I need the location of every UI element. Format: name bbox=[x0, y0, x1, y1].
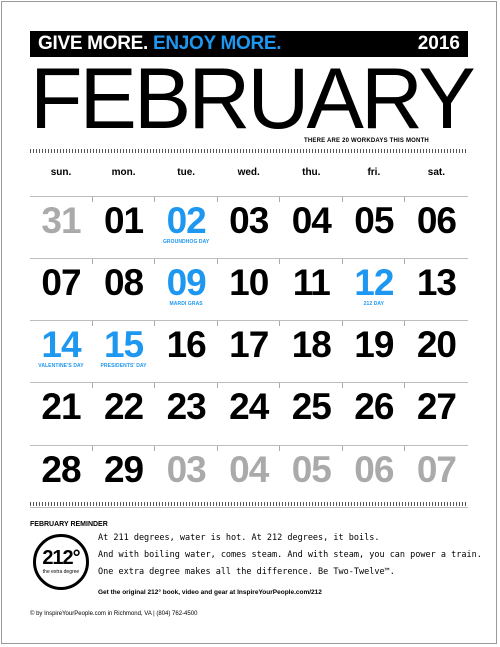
day-number: 28 bbox=[41, 449, 81, 490]
day-number: 20 bbox=[416, 324, 457, 365]
quote-line-3: One extra degree makes all the differenc… bbox=[98, 567, 395, 577]
day-number: 03 bbox=[229, 200, 269, 241]
day-number: 13 bbox=[416, 262, 457, 303]
row-separator bbox=[30, 507, 468, 508]
quote-line-2: And with boiling water, comes steam. And… bbox=[98, 550, 482, 560]
day-number: 06 bbox=[354, 449, 394, 490]
row-separator bbox=[30, 320, 468, 321]
dotted-rule-top bbox=[30, 149, 468, 153]
row-separator bbox=[30, 196, 468, 197]
promo-text: Get the original 212° book, video and ge… bbox=[98, 589, 322, 596]
day-number: 11 bbox=[292, 262, 331, 303]
holiday-label: PRESIDENTS' DAY bbox=[100, 363, 147, 369]
row-separator bbox=[30, 445, 468, 446]
day-number: 07 bbox=[416, 449, 457, 490]
day-number: 14 bbox=[41, 324, 81, 365]
reminder-title: FEBRUARY REMINDER bbox=[30, 521, 108, 528]
logo-212: 212° the extra degree bbox=[33, 534, 89, 590]
day-number: 03 bbox=[166, 449, 207, 490]
day-number: 24 bbox=[229, 386, 269, 427]
day-number: 12 bbox=[354, 262, 394, 303]
day-number: 27 bbox=[416, 386, 457, 427]
month-title: FEBRUARY bbox=[30, 51, 476, 147]
holiday-label: MARDI GRAS bbox=[169, 301, 203, 307]
logo-tagline: the extra degree bbox=[42, 569, 80, 575]
day-number: 16 bbox=[166, 324, 207, 365]
workdays-note: THERE ARE 20 WORKDAYS THIS MONTH bbox=[304, 138, 429, 144]
day-number: 25 bbox=[291, 386, 332, 427]
day-number: 06 bbox=[416, 200, 457, 241]
weekday-label: fri. bbox=[367, 167, 381, 178]
footer-text: © by InspireYourPeople.com in Richmond, … bbox=[30, 611, 198, 617]
row-separator bbox=[30, 258, 468, 259]
weekday-label: thu. bbox=[302, 167, 321, 178]
weekday-label: wed. bbox=[237, 167, 260, 178]
row-separator bbox=[30, 382, 468, 383]
day-number: 05 bbox=[354, 200, 394, 241]
holiday-label: GROUNDHOG DAY bbox=[162, 239, 210, 245]
quote-line-1: At 211 degrees, water is hot. At 212 deg… bbox=[98, 533, 380, 543]
day-number: 04 bbox=[229, 449, 269, 490]
day-number: 29 bbox=[103, 449, 144, 490]
day-number: 07 bbox=[41, 262, 81, 303]
logo-number: 212° bbox=[42, 547, 80, 569]
day-number: 08 bbox=[103, 262, 144, 303]
weekday-label: sat. bbox=[427, 167, 446, 178]
day-number: 22 bbox=[103, 386, 144, 427]
day-number: 18 bbox=[291, 324, 332, 365]
day-number: 17 bbox=[229, 324, 269, 365]
weekday-label: tue. bbox=[177, 167, 196, 178]
weekday-label: mon. bbox=[111, 167, 136, 178]
day-number: 15 bbox=[103, 324, 144, 365]
day-number: 31 bbox=[41, 200, 81, 241]
day-number: 02 bbox=[166, 200, 207, 241]
day-number: 05 bbox=[291, 449, 332, 490]
day-number: 10 bbox=[229, 262, 269, 303]
day-number: 19 bbox=[354, 324, 394, 365]
day-number: 04 bbox=[291, 200, 332, 241]
day-number: 01 bbox=[103, 200, 144, 241]
day-number: 21 bbox=[41, 386, 81, 427]
day-number: 23 bbox=[166, 386, 207, 427]
holiday-label: 212 DAY bbox=[363, 301, 385, 307]
holiday-label: VALENTINE'S DAY bbox=[38, 363, 84, 369]
day-number: 26 bbox=[354, 386, 394, 427]
day-number: 09 bbox=[166, 262, 207, 303]
weekday-label: sun. bbox=[50, 167, 72, 178]
dotted-rule-bottom bbox=[30, 502, 468, 506]
